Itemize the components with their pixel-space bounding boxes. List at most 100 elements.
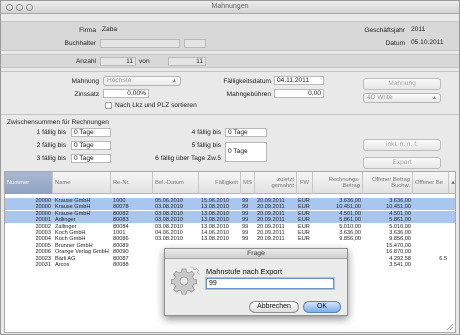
- cell-name: Krause GmbH: [55, 210, 91, 217]
- col-fw[interactable]: FW: [297, 172, 313, 194]
- cell-renr: 80087: [113, 255, 129, 262]
- table-header: Nummer Name Re-Nr. Bel.-Datum Fälligkeit…: [5, 172, 455, 194]
- zw-5-6-field[interactable]: 0 Tage: [225, 142, 267, 162]
- zw-2-label: 2 fällig bis: [36, 142, 66, 149]
- mahngebuehren-field[interactable]: 0,00: [274, 89, 324, 98]
- cell-ms: 99: [242, 230, 249, 236]
- cell-faelligkeit: 13.08.2010: [201, 217, 229, 224]
- table-row[interactable]: 20003 Koch GmbH 1001 04.06.2010 14.06.2010 99…: [5, 230, 455, 236]
- faelligkeitsdatum-field[interactable]: 04.11.2011: [274, 76, 324, 85]
- cell-ms: 99: [242, 210, 249, 217]
- zinssatz-field[interactable]: 0,00%: [103, 89, 149, 98]
- cell-nummer: 20000: [35, 210, 51, 217]
- col-name[interactable]: Name: [53, 172, 111, 194]
- cell-renr: 80078: [113, 204, 129, 211]
- datum-field[interactable]: 05.10.2011: [409, 39, 457, 48]
- cell-beldatum: 03.08.2010: [155, 217, 183, 224]
- resize-grip-icon[interactable]: [445, 322, 454, 331]
- mahnung-select[interactable]: Höchste ▲: [103, 76, 181, 86]
- buchhalter-code-field[interactable]: [184, 39, 206, 48]
- buchhalter-field[interactable]: [100, 39, 180, 48]
- col-faelligkeit[interactable]: Fälligkeit: [199, 172, 241, 194]
- firma-label: Firma: [79, 27, 96, 34]
- cell-nummer: 20000: [35, 204, 51, 211]
- sort-checkbox[interactable]: [105, 102, 112, 109]
- col-offen[interactable]: Offener Betrag Buchw.: [363, 172, 413, 194]
- cell-faelligkeit: 13.08.2010: [201, 236, 229, 243]
- col-gemahnt[interactable]: zuletzt gemahnt: [255, 172, 297, 194]
- cell-name: Koch GmbH: [55, 230, 86, 236]
- cell-betrag: 5.861,00: [339, 217, 361, 224]
- cell-name: Krause GmbH: [55, 198, 91, 204]
- geschaeftsjahr-label: Geschäftsjahr: [364, 27, 405, 34]
- zw-1-field[interactable]: 0 Tage: [71, 128, 111, 137]
- cell-gemahnt: 20.09.2011: [257, 236, 285, 243]
- col-renr[interactable]: Re-Nr.: [111, 172, 153, 194]
- table-row[interactable]: 20000 Krause GmbH 80082 03.08.2010 13.08.201…: [5, 210, 455, 217]
- zw-2-field[interactable]: 0 Tage: [71, 141, 111, 150]
- zwischensummen-title: Zwischensummen für Rechnungen: [7, 119, 109, 126]
- cell-fw: EUR: [298, 223, 310, 230]
- mahngebuehren-label: Mahngebühren: [226, 91, 271, 98]
- anzahl-current: 11: [100, 57, 136, 66]
- firma-field[interactable]: Zaba: [100, 26, 190, 35]
- cell-gemahnt: 20.09.2011: [257, 198, 285, 204]
- cell-offen: 3.636,00: [389, 230, 411, 236]
- cell-betrag: 3.636,00: [339, 198, 361, 204]
- col-ms[interactable]: MS: [241, 172, 255, 194]
- zw-4-field[interactable]: 0 Tage: [225, 128, 267, 137]
- geschaeftsjahr-field[interactable]: 2011: [409, 26, 454, 35]
- cell-faelligkeit: 13.08.2010: [201, 223, 229, 230]
- cell-renr: 80088: [113, 262, 129, 268]
- col-beldatum[interactable]: Bel.-Datum: [153, 172, 199, 194]
- cell-beldatum: 03.08.2010: [155, 204, 183, 211]
- zw-5-label: 5 fällig bis: [191, 142, 221, 149]
- cell-renr: 80086: [113, 236, 129, 243]
- table-row[interactable]: 20002 Zallinger 80084 03.08.2010 13.08.2010 9…: [5, 223, 455, 230]
- sort-arrow-icon[interactable]: ▲: [449, 172, 455, 194]
- export-button[interactable]: Export: [363, 157, 441, 169]
- cell-ms: 99: [242, 198, 249, 204]
- inkl-button[interactable]: inkl. n. n. f.: [363, 139, 441, 151]
- anzahl-label: Anzahl: [75, 58, 96, 65]
- cell-ms: 99: [242, 223, 249, 230]
- cell-offen: 10.451,00: [386, 204, 411, 211]
- cell-offen2: 6.5: [439, 255, 447, 262]
- cell-fw: EUR: [298, 230, 310, 236]
- cell-name: Orange Verlag GmbH: [55, 249, 109, 256]
- col-offen2[interactable]: Offener Be: [413, 172, 449, 194]
- cancel-button[interactable]: Abbrechen: [249, 301, 299, 313]
- cell-beldatum: 03.08.2010: [155, 236, 183, 243]
- updown-arrows-icon: ▲: [172, 78, 177, 84]
- table-row[interactable]: 20001 Adlinger 80083 03.08.2010 13.08.2010 99…: [5, 217, 455, 224]
- cell-offen: 4.501,00: [389, 210, 411, 217]
- dialog-prompt: Mahnstufe nach Export: [206, 267, 283, 276]
- cell-renr: 1001: [113, 230, 126, 236]
- cell-beldatum: 04.06.2010: [155, 230, 183, 236]
- table-row[interactable]: 20000 Krause GmbH 1000 05.06.2010 15.06.2010…: [5, 198, 455, 204]
- title-bar[interactable]: Mahnungen: [1, 1, 459, 14]
- table-row[interactable]: 20000 Krause GmbH 80078 03.08.2010 13.08.201…: [5, 204, 455, 211]
- cell-faelligkeit: 14.06.2010: [201, 230, 229, 236]
- cell-nummer: 20004: [35, 236, 51, 243]
- cell-nummer: 20002: [35, 223, 51, 230]
- ok-button[interactable]: OK: [303, 301, 341, 313]
- cell-nummer: 20031: [35, 262, 51, 268]
- cell-fw: EUR: [298, 204, 310, 211]
- write-select[interactable]: 4D Write ▲: [363, 93, 441, 103]
- col-betrag[interactable]: Rechnungs-Betrag: [313, 172, 363, 194]
- dialog-title: Frage: [165, 249, 347, 259]
- cell-betrag: 4.501,00: [339, 210, 361, 217]
- zw-3-field[interactable]: 0 Tage: [71, 154, 111, 163]
- cell-beldatum: 03.08.2010: [155, 223, 183, 230]
- col-nummer[interactable]: Nummer: [5, 172, 53, 194]
- cell-offen: 15.470,00: [386, 242, 411, 249]
- updown-arrows-icon: ▲: [432, 95, 437, 101]
- mahnung-button[interactable]: Mahnung: [363, 78, 441, 90]
- cell-fw: EUR: [298, 198, 310, 204]
- mahnstufe-input[interactable]: 99: [206, 278, 334, 289]
- window-title: Mahnungen: [211, 3, 249, 10]
- cell-gemahnt: 20.09.2011: [257, 204, 285, 211]
- divider: [1, 114, 459, 115]
- table-row[interactable]: 20004 Koch GmbH 80086 03.08.2010 13.08.2010 9…: [5, 236, 455, 243]
